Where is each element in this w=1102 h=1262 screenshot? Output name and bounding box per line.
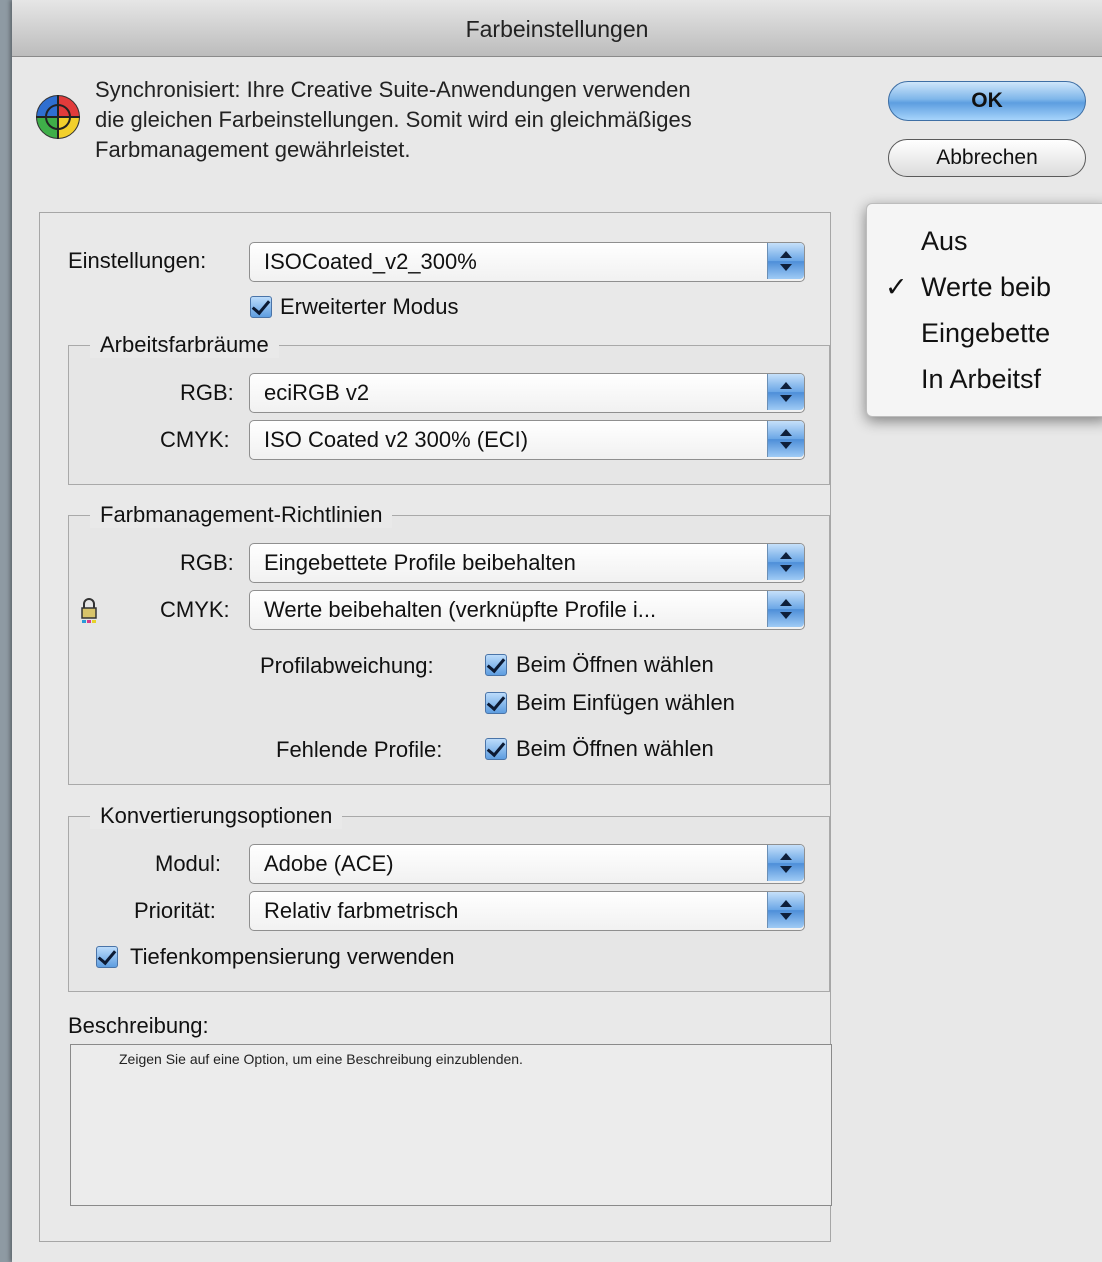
cancel-button[interactable]: Abbrechen bbox=[888, 139, 1086, 177]
popup-arrows-icon bbox=[767, 544, 804, 580]
intent-popup[interactable]: Relativ farbmetrisch bbox=[249, 891, 805, 931]
profile-mismatch-label: Profilabweichung: bbox=[260, 653, 434, 678]
intent-value: Relativ farbmetrisch bbox=[264, 898, 459, 923]
popup-arrows-icon bbox=[767, 892, 804, 928]
sync-message-line: die gleichen Farbeinstellungen. Somit wi… bbox=[95, 107, 692, 132]
missing-open-checkbox[interactable] bbox=[485, 738, 507, 760]
working-cmyk-value: ISO Coated v2 300% (ECI) bbox=[264, 427, 529, 452]
black-point-compensation-checkbox[interactable] bbox=[96, 946, 118, 968]
menu-item-label: In Arbeitsf bbox=[921, 364, 1042, 394]
engine-value: Adobe (ACE) bbox=[264, 851, 394, 876]
working-cmyk-popup[interactable]: ISO Coated v2 300% (ECI) bbox=[249, 420, 805, 460]
policy-rgb-popup[interactable]: Eingebettete Profile beibehalten bbox=[249, 543, 805, 583]
sync-message-line: Synchronisiert: Ihre Creative Suite-Anwe… bbox=[95, 77, 691, 102]
policies-title: Farbmanagement-Richtlinien bbox=[90, 502, 393, 528]
sync-message-line: Farbmanagement gewährleistet. bbox=[95, 137, 411, 162]
policy-rgb-label: RGB: bbox=[180, 550, 234, 575]
sync-message: Synchronisiert: Ihre Creative Suite-Anwe… bbox=[95, 75, 855, 165]
policy-cmyk-value: Werte beibehalten (verknüpfte Profile i.… bbox=[264, 597, 657, 622]
settings-popup[interactable]: ISOCoated_v2_300% bbox=[249, 242, 805, 282]
mismatch-paste-checkbox[interactable] bbox=[485, 692, 507, 714]
black-point-compensation-label: Tiefenkompensierung verwenden bbox=[130, 944, 455, 969]
policy-dropdown-menu: Aus ✓ Werte beib Eingebette In Arbeitsf bbox=[866, 203, 1102, 417]
lock-icon bbox=[81, 598, 97, 623]
working-cmyk-label: CMYK: bbox=[160, 427, 230, 452]
settings-label: Einstellungen: bbox=[68, 248, 207, 273]
description-text: Zeigen Sie auf eine Option, um eine Besc… bbox=[119, 1051, 523, 1067]
working-rgb-label: RGB: bbox=[180, 380, 234, 405]
advanced-mode-label: Erweiterter Modus bbox=[280, 294, 459, 319]
menu-item-preserve-numbers[interactable]: ✓ Werte beib bbox=[867, 264, 1102, 310]
menu-item-convert-working[interactable]: In Arbeitsf bbox=[867, 356, 1102, 402]
working-spaces-title: Arbeitsfarbräume bbox=[90, 332, 279, 358]
working-rgb-popup[interactable]: eciRGB v2 bbox=[249, 373, 805, 413]
policy-cmyk-popup[interactable]: Werte beibehalten (verknüpfte Profile i.… bbox=[249, 590, 805, 630]
menu-item-preserve-embedded[interactable]: Eingebette bbox=[867, 310, 1102, 356]
engine-popup[interactable]: Adobe (ACE) bbox=[249, 844, 805, 884]
policy-rgb-value: Eingebettete Profile beibehalten bbox=[264, 550, 576, 575]
policy-cmyk-label: CMYK: bbox=[160, 597, 230, 622]
missing-profiles-label: Fehlende Profile: bbox=[276, 737, 443, 762]
advanced-mode-checkbox[interactable] bbox=[250, 296, 272, 318]
popup-arrows-icon bbox=[767, 374, 804, 410]
ok-button[interactable]: OK bbox=[888, 81, 1086, 121]
description-label: Beschreibung: bbox=[68, 1013, 209, 1038]
mismatch-open-label: Beim Öffnen wählen bbox=[516, 652, 714, 677]
popup-arrows-icon bbox=[767, 591, 804, 627]
working-spaces-group bbox=[68, 345, 830, 485]
intent-label: Priorität: bbox=[134, 898, 216, 923]
dialog-title: Farbeinstellungen bbox=[12, 0, 1102, 57]
popup-arrows-icon bbox=[767, 421, 804, 457]
mismatch-paste-label: Beim Einfügen wählen bbox=[516, 690, 735, 715]
missing-open-label: Beim Öffnen wählen bbox=[516, 736, 714, 761]
checkmark-icon: ✓ bbox=[885, 272, 908, 302]
description-box: Zeigen Sie auf eine Option, um eine Besc… bbox=[70, 1044, 832, 1206]
menu-item-label: Eingebette bbox=[921, 318, 1051, 348]
menu-item-label: Werte beib bbox=[921, 272, 1052, 302]
engine-label: Modul: bbox=[155, 851, 222, 876]
color-settings-dialog: Farbeinstellungen Synchronisiert: Ihre C… bbox=[12, 0, 1102, 1262]
menu-item-off[interactable]: Aus bbox=[867, 218, 1102, 264]
mismatch-open-checkbox[interactable] bbox=[485, 654, 507, 676]
settings-value: ISOCoated_v2_300% bbox=[264, 249, 477, 274]
popup-arrows-icon bbox=[767, 243, 804, 279]
menu-item-label: Aus bbox=[921, 226, 968, 256]
sync-status-icon bbox=[36, 95, 80, 139]
working-rgb-value: eciRGB v2 bbox=[264, 380, 370, 405]
popup-arrows-icon bbox=[767, 845, 804, 881]
conversion-title: Konvertierungsoptionen bbox=[90, 803, 343, 829]
